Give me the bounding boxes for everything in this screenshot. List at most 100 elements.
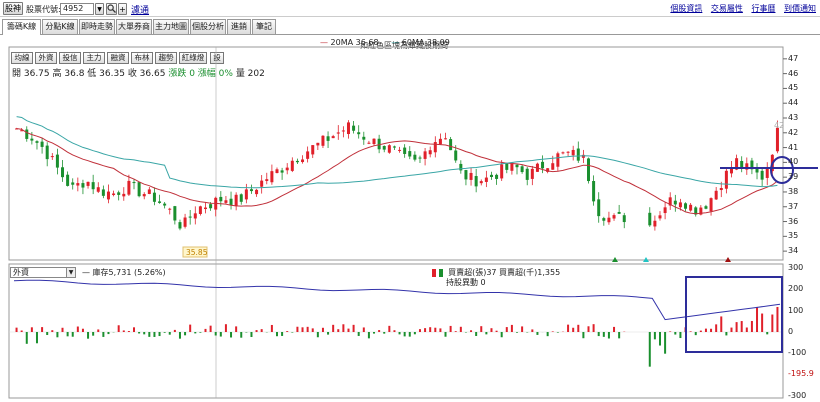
buysell-bar [418,329,421,332]
candle-body [398,149,402,151]
link-trade-attr[interactable]: 交易屬性 [711,4,743,13]
link-stock-info[interactable]: 個股資訊 [670,4,702,13]
buysell-bar [199,332,202,333]
candle-body [484,177,488,182]
candle-body [142,194,146,197]
buysell-bar [342,324,345,332]
sub-panel-frame [8,263,784,399]
candle-body [91,182,95,190]
candle-body [587,158,590,182]
candle-body [20,130,24,132]
sub-tick-label: 0 [788,327,794,336]
price-tick-label: 37 [788,201,799,211]
tab-realtime[interactable]: 即時走勢 [79,19,115,34]
buysell-bar [301,327,304,332]
candle-body [622,215,626,223]
stock-code-input[interactable]: 4952 [60,3,94,15]
buysell-bar [189,324,192,332]
buysell-bar [240,332,243,338]
buysell-bar [25,332,28,344]
buysell-bar [46,332,49,336]
buysell-bar [720,316,723,332]
buysell-bar [674,332,677,335]
tab-bar: 籌碼K線 分點K線 即時走勢 大單券商 主力地圖 個股分析 進銷 筆記 如紅色區… [0,19,820,50]
tab-stock-analysis[interactable]: 個股分析 [190,19,226,34]
buysell-bar [459,326,462,332]
buysell-bar [153,332,156,337]
indicator-foreign-button[interactable]: 外資 [35,52,57,64]
candle-body [193,213,197,219]
candle-body [745,163,749,170]
buysell-bar [41,327,44,332]
buysell-bar [286,331,289,332]
candle-body [331,136,335,139]
tab-main-map[interactable]: 主力地圖 [153,19,189,34]
buysell-bar [214,332,217,336]
buysell-bar [704,328,707,332]
indicator-main-button[interactable]: 主力 [83,52,105,64]
candle-body [495,174,499,179]
candle-body [413,154,417,160]
indicator-bollinger-button[interactable]: 布林 [131,52,153,64]
candle-body [219,196,223,202]
buysell-bar [311,328,314,332]
candle-body [346,122,350,135]
candle-body [444,138,448,140]
add-icon[interactable]: + [118,3,127,15]
settings-button[interactable]: 設 [210,52,224,64]
dropdown-arrow-icon[interactable]: ▼ [95,3,104,15]
sub-tick-label: -100 [788,348,807,358]
buysell-bar [505,327,508,332]
candle-body [336,132,340,134]
indicator-ma-button[interactable]: 均線 [11,52,33,64]
buysell-bar [582,332,585,339]
candle-body [750,160,754,170]
candle-body [684,203,688,209]
open-value: 開 36.75 [12,69,50,79]
holding-change: 持股異動 0 [446,278,486,287]
tab-big-broker[interactable]: 大單券商 [116,19,152,34]
buysell-bar [485,332,488,335]
buysell-bar [653,332,656,340]
stock-god-button[interactable]: 股神 [3,2,23,15]
candle-body [617,211,621,214]
link-calendar[interactable]: 行事曆 [751,4,775,13]
link-price-alert[interactable]: 到價通知 [784,4,816,13]
change-pct-value: 漲幅 0% [197,69,233,79]
candle-body [719,188,723,191]
price-tick-label: 38 [788,186,799,196]
candle-body [66,174,70,186]
volume-value: 量 202 [235,69,265,79]
candle-body [602,218,606,221]
tab-inventory[interactable]: 進銷 [227,19,251,34]
candle-body [290,160,294,171]
search-icon[interactable] [106,3,117,15]
tab-notes[interactable]: 筆記 [252,19,276,34]
buysell-bar [148,332,151,337]
change-value: 漲跌 0 [168,69,195,79]
indicator-traffic-button[interactable]: 紅綠燈 [179,52,207,64]
candle-body [658,215,662,219]
indicator-trust-button[interactable]: 投信 [59,52,81,64]
signal-marker-green [612,257,618,262]
sub-indicator-select[interactable]: 外資 ▼ [10,267,76,278]
candle-body [117,192,121,195]
indicator-trend-button[interactable]: 趨勢 [155,52,177,64]
buysell-bar [592,324,595,332]
buysell-bar [658,332,661,346]
candle-body [152,192,156,202]
buysell-bar [715,324,718,332]
indicator-margin-button[interactable]: 融資 [107,52,129,64]
candle-body [760,170,764,180]
price-tick-label: 46 [788,68,799,78]
filter-link[interactable]: 濾通 [131,3,149,16]
buysell-bar [337,329,340,332]
tab-chip-kline[interactable]: 籌碼K線 [2,19,41,35]
buysell-bar [669,331,672,332]
candle-body [316,142,320,146]
holding-legend: — 庫存5,731 (5.26%) [82,268,166,277]
tab-branch-kline[interactable]: 分點K線 [42,19,78,34]
candle-body [55,154,59,168]
candle-body [183,217,187,227]
candle-body [515,164,519,168]
